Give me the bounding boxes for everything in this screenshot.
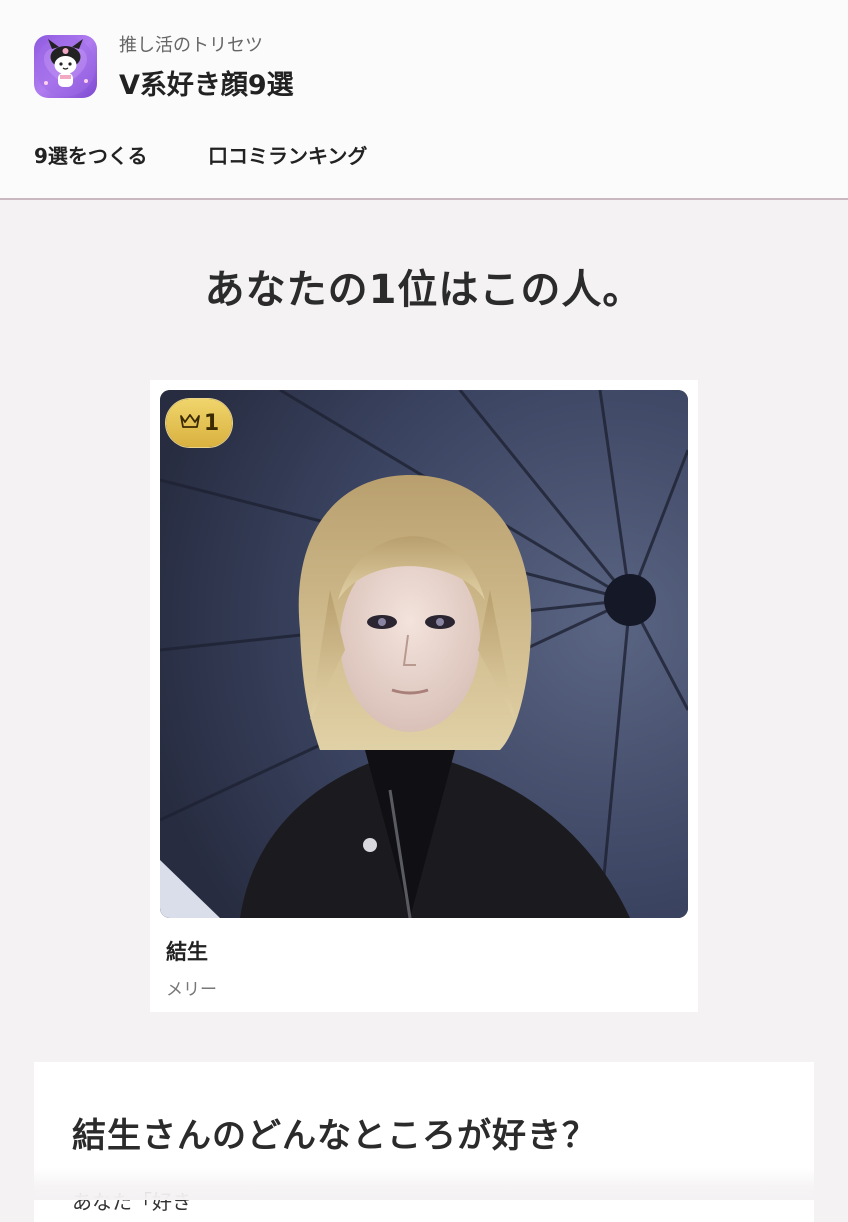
nav-review-ranking-button[interactable]: 口コミランキング [208,140,367,169]
person-group: メリー [166,980,217,1000]
person-name: 結生 [166,940,208,964]
app-title: V系好き顔9選 [119,70,294,101]
rank-one-card[interactable]: 1 結生 メリー [150,380,698,1012]
app-subtitle: 推し活のトリセツ [119,35,263,56]
nav-make-nine-button[interactable]: 9選をつくる [34,140,148,169]
rank-number: 1 [203,410,220,436]
rank-badge: 1 [166,399,232,447]
app-header: 推し活のトリセツ V系好き顔9選 9選をつくる 口コミランキング [0,0,848,200]
crown-icon [179,412,201,434]
person-photo[interactable]: 1 [160,390,688,918]
question-heading: 結生さんのどんなところが好き？ [72,1116,597,1156]
kuromi-app-icon[interactable] [34,35,97,98]
scroll-fade [0,1168,848,1200]
page-title: あなたの1位はこの人。 [204,267,644,313]
